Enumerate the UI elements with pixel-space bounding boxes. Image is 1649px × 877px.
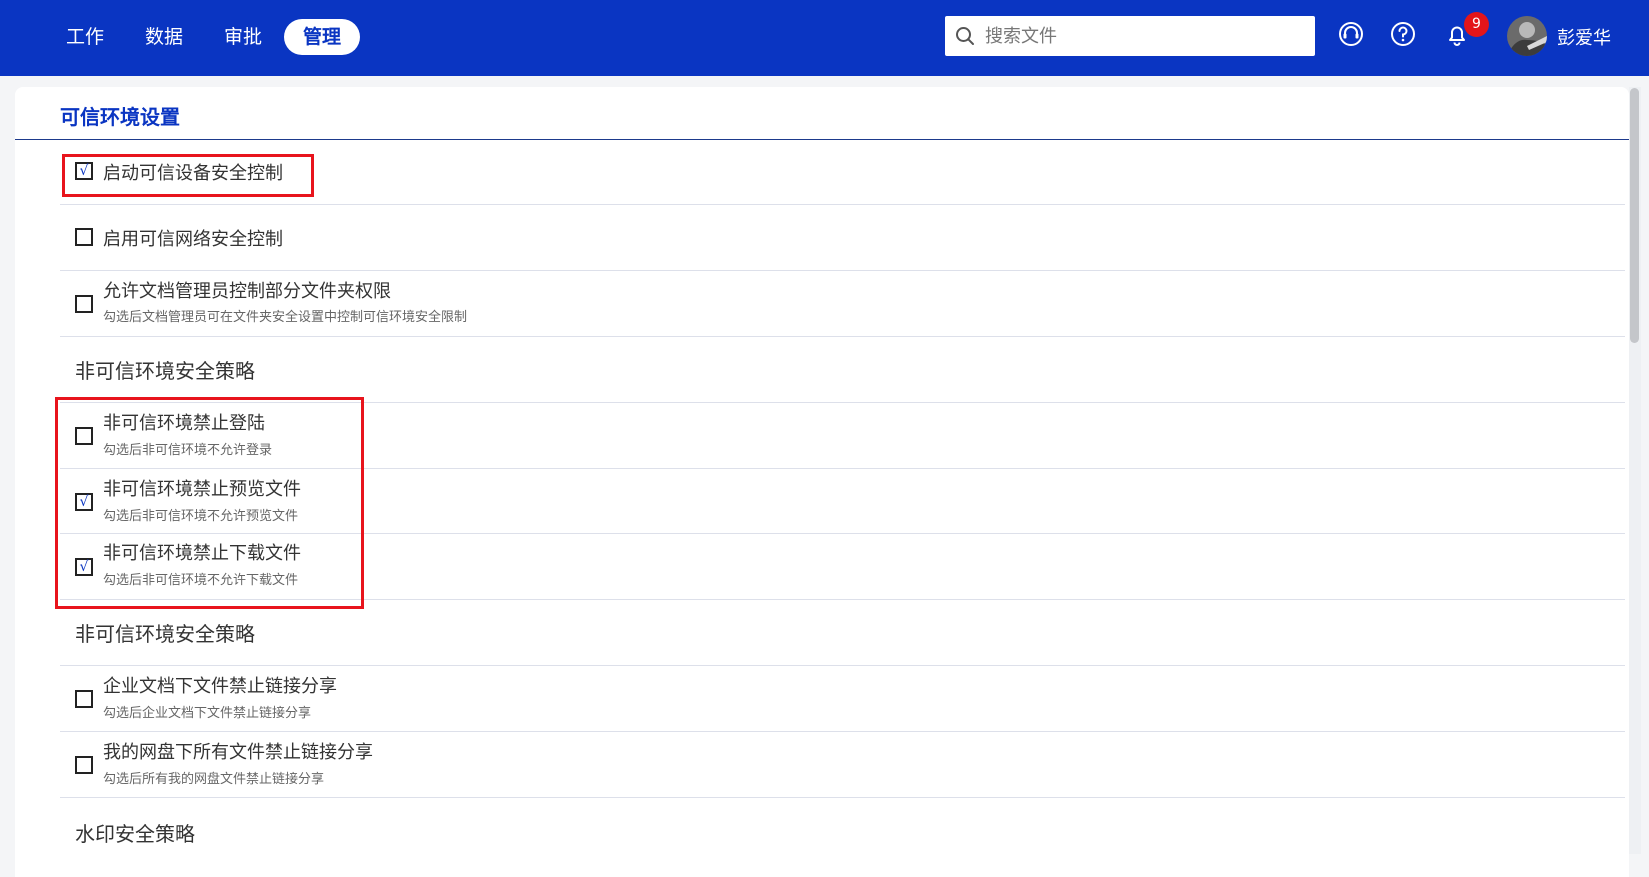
option-row-untrusted-preview: √ 非可信环境禁止预览文件 勾选后非可信环境不允许预览文件 bbox=[60, 469, 1625, 534]
search-input[interactable] bbox=[983, 24, 1297, 48]
search-box[interactable] bbox=[945, 16, 1315, 56]
headset-icon[interactable] bbox=[1337, 20, 1365, 48]
section-title-untrusted: 非可信环境安全策略 bbox=[75, 359, 255, 383]
avatar[interactable] bbox=[1507, 16, 1547, 56]
checkbox-untrusted-login[interactable] bbox=[75, 427, 93, 445]
section-title-sharing: 非可信环境安全策略 bbox=[75, 622, 255, 646]
nav-tab-management[interactable]: 管理 bbox=[284, 19, 361, 55]
option-description: 勾选后非可信环境不允许预览文件 bbox=[103, 509, 299, 524]
section-title-watermark: 水印安全策略 bbox=[75, 822, 195, 846]
checkbox-mydisk-link-share[interactable] bbox=[75, 756, 93, 774]
checkbox-trusted-network[interactable] bbox=[75, 228, 93, 246]
help-icon[interactable] bbox=[1389, 20, 1417, 48]
option-row-mydisk-link-share: 我的网盘下所有文件禁止链接分享 勾选后所有我的网盘文件禁止链接分享 bbox=[60, 732, 1625, 798]
username[interactable]: 彭爱华 bbox=[1557, 24, 1611, 50]
option-description: 勾选后非可信环境不允许登录 bbox=[103, 443, 273, 458]
page-title: 可信环境设置 bbox=[60, 105, 180, 129]
option-label: 我的网盘下所有文件禁止链接分享 bbox=[103, 742, 373, 763]
option-row-enterprise-link-share: 企业文档下文件禁止链接分享 勾选后企业文档下文件禁止链接分享 bbox=[60, 666, 1625, 732]
checkbox-admin-folder-permission[interactable] bbox=[75, 295, 93, 313]
scrollbar-thumb[interactable] bbox=[1630, 88, 1639, 343]
option-row-trusted-device: √ 启动可信设备安全控制 bbox=[60, 140, 1625, 205]
section-header-row: 非可信环境安全策略 bbox=[60, 337, 1625, 403]
settings-panel: 可信环境设置 √ 启动可信设备安全控制 启用可信网络安全控制 允许文档管理员控制… bbox=[15, 87, 1629, 877]
option-label: 启动可信设备安全控制 bbox=[103, 163, 283, 184]
option-label: 启用可信网络安全控制 bbox=[103, 229, 283, 250]
option-label: 企业文档下文件禁止链接分享 bbox=[103, 676, 337, 697]
notification-badge: 9 bbox=[1464, 12, 1489, 37]
option-row-untrusted-login: 非可信环境禁止登陆 勾选后非可信环境不允许登录 bbox=[60, 403, 1625, 469]
option-row-admin-folder-permission: 允许文档管理员控制部分文件夹权限 勾选后文档管理员可在文件夹安全设置中控制可信环… bbox=[60, 271, 1625, 337]
checkbox-enterprise-link-share[interactable] bbox=[75, 690, 93, 708]
option-description: 勾选后所有我的网盘文件禁止链接分享 bbox=[103, 772, 325, 787]
checkbox-untrusted-download[interactable]: √ bbox=[75, 558, 93, 576]
checkbox-trusted-device[interactable]: √ bbox=[75, 162, 93, 180]
option-label: 非可信环境禁止下载文件 bbox=[103, 543, 301, 564]
option-label: 允许文档管理员控制部分文件夹权限 bbox=[103, 281, 391, 302]
option-label: 非可信环境禁止登陆 bbox=[103, 413, 265, 434]
option-label: 非可信环境禁止预览文件 bbox=[103, 479, 301, 500]
option-row-trusted-network: 启用可信网络安全控制 bbox=[60, 205, 1625, 271]
option-description: 勾选后文档管理员可在文件夹安全设置中控制可信环境安全限制 bbox=[103, 310, 468, 325]
nav-tab-data[interactable]: 数据 bbox=[126, 19, 202, 55]
option-description: 勾选后非可信环境不允许下载文件 bbox=[103, 573, 299, 588]
main-nav: 工作 数据 审批 管理 bbox=[47, 18, 363, 56]
search-icon bbox=[956, 27, 974, 45]
checkbox-untrusted-preview[interactable]: √ bbox=[75, 493, 93, 511]
option-description: 勾选后企业文档下文件禁止链接分享 bbox=[103, 706, 312, 721]
top-navigation-bar: 工作 数据 审批 管理 9 bbox=[0, 0, 1649, 76]
nav-tab-approval[interactable]: 审批 bbox=[205, 19, 281, 55]
section-header-row: 非可信环境安全策略 bbox=[60, 600, 1625, 666]
option-row-untrusted-download: √ 非可信环境禁止下载文件 勾选后非可信环境不允许下载文件 bbox=[60, 534, 1625, 600]
nav-tab-work[interactable]: 工作 bbox=[47, 19, 123, 55]
